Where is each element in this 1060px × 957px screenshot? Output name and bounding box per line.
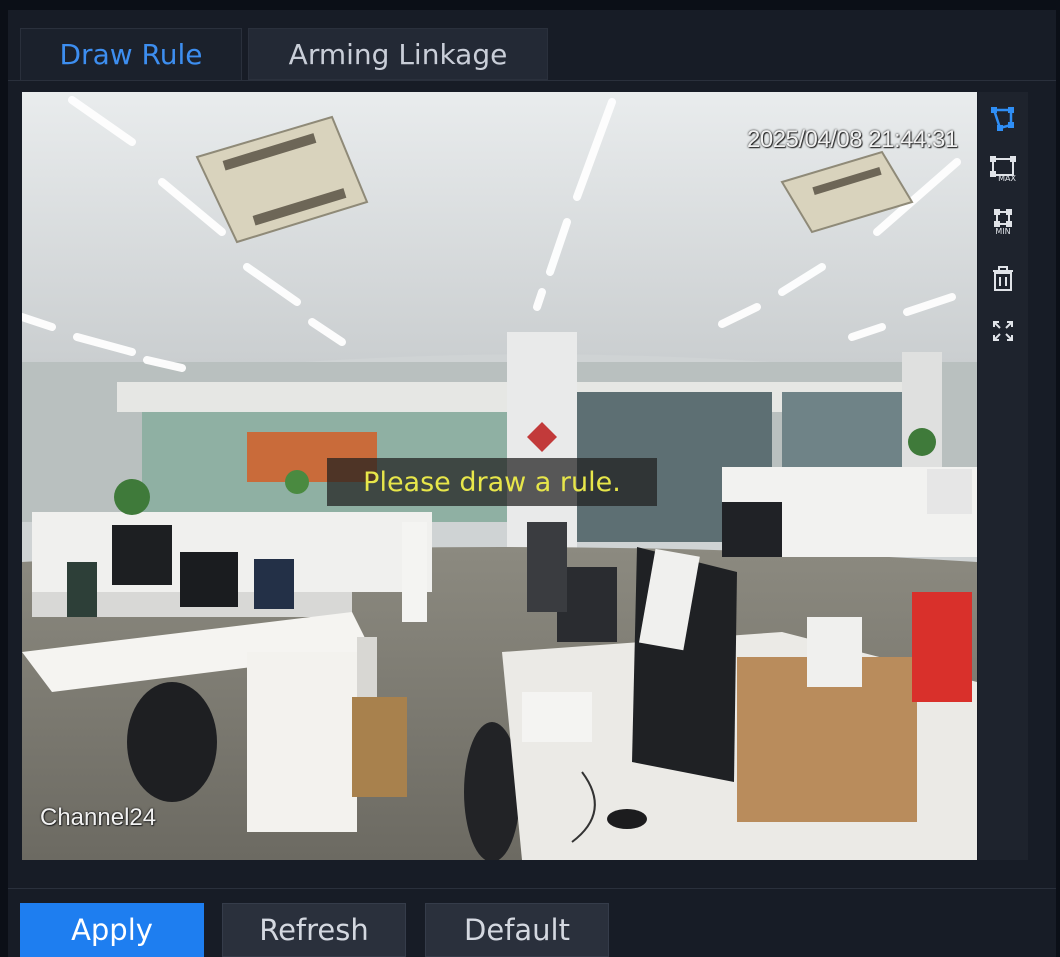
trash-icon[interactable] <box>986 262 1020 296</box>
timestamp-osd: 2025/04/08 21:44:31 <box>747 126 958 153</box>
max-size-icon[interactable]: MAX <box>986 152 1020 186</box>
tab-arming-linkage[interactable]: Arming Linkage <box>248 28 548 80</box>
apply-button[interactable]: Apply <box>20 903 204 957</box>
max-caption: MAX <box>998 174 1016 183</box>
rule-config-panel: Draw Rule Arming Linkage 2025/04/08 21:4… <box>8 10 1056 957</box>
default-button[interactable]: Default <box>425 903 609 957</box>
tab-divider <box>8 80 1056 81</box>
video-preview[interactable]: 2025/04/08 21:44:31 Channel24 Please dra… <box>22 92 977 860</box>
draw-rule-icon[interactable] <box>986 102 1020 136</box>
channel-osd: Channel24 <box>40 804 157 831</box>
tab-draw-rule[interactable]: Draw Rule <box>20 28 242 80</box>
fullscreen-icon[interactable] <box>986 314 1020 348</box>
min-size-icon[interactable]: MIN <box>986 204 1020 238</box>
refresh-button[interactable]: Refresh <box>222 903 406 957</box>
rule-toolbar: MAX MIN <box>978 92 1028 860</box>
min-caption: MIN <box>995 226 1011 236</box>
draw-rule-hint: Please draw a rule. <box>327 458 657 506</box>
action-bar: Apply Refresh Default <box>8 888 1056 957</box>
